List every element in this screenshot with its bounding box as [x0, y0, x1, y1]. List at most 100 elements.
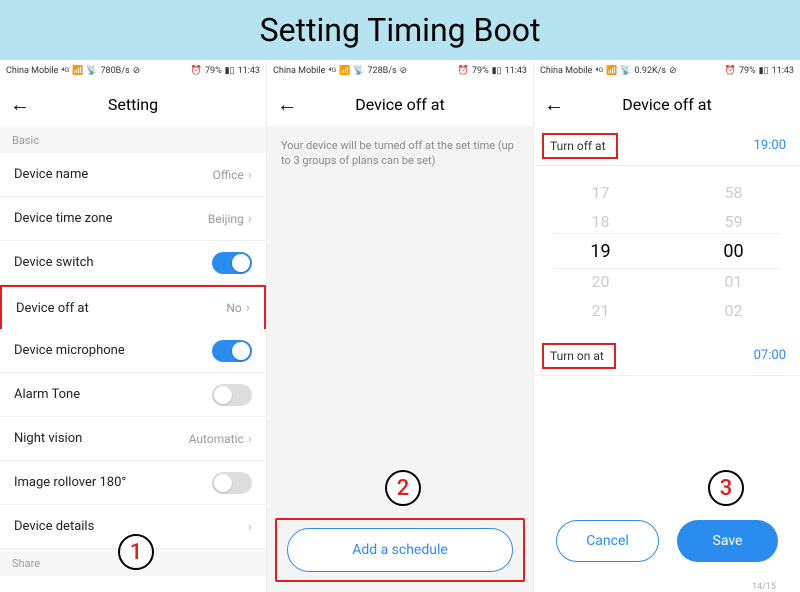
page-indicator: 14/15 — [534, 582, 800, 592]
toggle-rollover[interactable] — [212, 472, 252, 494]
chevron-right-icon: › — [246, 300, 250, 316]
status-bar: China Mobile ⁴ᴳ 📶 📡 780B/s ⊘ ⏰ 79% ▮▯ 11… — [0, 60, 266, 82]
toggle-alarm[interactable] — [212, 384, 252, 406]
signal-icon: 📶 — [339, 66, 350, 76]
row-turn-on-at[interactable]: Turn on at 07:00 — [534, 336, 800, 376]
alarm-icon: ⏰ — [725, 66, 736, 76]
battery-pct: 79% — [205, 66, 222, 76]
status-bar: China Mobile ⁴ᴳ 📶 📡 0.92K/s ⊘ ⏰ 79% ▮▯ 1… — [534, 60, 800, 82]
hint-text: Your device will be turned off at the se… — [267, 126, 533, 181]
toggle-device-switch[interactable] — [212, 252, 252, 274]
save-button[interactable]: Save — [677, 520, 778, 562]
picker-item[interactable]: 58 — [725, 183, 743, 202]
battery-pct: 79% — [739, 66, 756, 76]
phones-row: China Mobile ⁴ᴳ 📶 📡 780B/s ⊘ ⏰ 79% ▮▯ 11… — [0, 60, 800, 592]
time-value: 19:00 — [754, 138, 786, 153]
battery-icon: ▮▯ — [225, 66, 235, 76]
picker-item[interactable]: 18 — [592, 212, 610, 231]
nav-title: Setting — [0, 95, 266, 114]
clock-text: 11:43 — [772, 66, 794, 76]
phone-3: China Mobile ⁴ᴳ 📶 📡 0.92K/s ⊘ ⏰ 79% ▮▯ 1… — [534, 60, 800, 592]
row-value: Automatic — [189, 432, 244, 446]
callout-3: 3 — [708, 470, 744, 506]
chevron-right-icon: › — [248, 519, 252, 535]
time-picker[interactable]: 17 18 19 20 21 58 59 00 01 02 — [534, 166, 800, 336]
clock-text: 11:43 — [238, 66, 260, 76]
row-value: Office — [213, 168, 244, 182]
alarm-icon: ⏰ — [458, 66, 469, 76]
row-label: Device microphone — [14, 343, 125, 358]
back-button[interactable]: ← — [277, 92, 297, 117]
section-basic: Basic — [0, 126, 266, 153]
mute-icon: ⊘ — [669, 66, 677, 76]
callout-1: 1 — [118, 534, 154, 570]
back-button[interactable]: ← — [10, 92, 30, 117]
lte-icon: ⁴ᴳ — [595, 66, 603, 77]
lte-icon: ⁴ᴳ — [61, 66, 69, 77]
nav-title: Device off at — [267, 95, 533, 114]
phone-1: China Mobile ⁴ᴳ 📶 📡 780B/s ⊘ ⏰ 79% ▮▯ 11… — [0, 60, 267, 592]
carrier-label: China Mobile — [540, 66, 592, 76]
picker-item[interactable]: 59 — [725, 212, 743, 231]
button-row: Cancel Save — [534, 500, 800, 582]
row-label: Turn off at — [542, 133, 618, 159]
picker-item[interactable]: 02 — [725, 301, 743, 320]
picker-item[interactable]: 21 — [592, 301, 610, 320]
lte-icon: ⁴ᴳ — [328, 66, 336, 77]
wifi-icon: 📡 — [353, 66, 364, 76]
signal-icon: 📶 — [606, 66, 617, 76]
row-device-off-at[interactable]: Device off at No › — [0, 285, 266, 329]
row-label: Device off at — [16, 301, 89, 316]
carrier-label: China Mobile — [6, 66, 58, 76]
back-button[interactable]: ← — [544, 92, 564, 117]
chevron-right-icon: › — [248, 431, 252, 447]
wifi-icon: 📡 — [620, 66, 631, 76]
row-label: Turn on at — [542, 343, 616, 369]
row-label: Alarm Tone — [14, 387, 80, 402]
mute-icon: ⊘ — [400, 66, 408, 76]
status-bar: China Mobile ⁴ᴳ 📶 📡 728B/s ⊘ ⏰ 79% ▮▯ 11… — [267, 60, 533, 82]
row-rollover[interactable]: Image rollover 180° — [0, 461, 266, 505]
row-label: Image rollover 180° — [14, 475, 126, 490]
nav-bar: ← Device off at — [267, 82, 533, 126]
row-label: Device time zone — [14, 211, 113, 226]
row-label: Night vision — [14, 431, 82, 446]
row-night-vision[interactable]: Night vision Automatic › — [0, 417, 266, 461]
empty-area — [267, 181, 533, 518]
cancel-button[interactable]: Cancel — [556, 520, 659, 562]
row-turn-off-at[interactable]: Turn off at 19:00 — [534, 126, 800, 166]
page-title: Setting Timing Boot — [0, 0, 800, 60]
clock-text: 11:43 — [505, 66, 527, 76]
row-device-name[interactable]: Device name Office › — [0, 153, 266, 197]
phone-2: China Mobile ⁴ᴳ 📶 📡 728B/s ⊘ ⏰ 79% ▮▯ 11… — [267, 60, 534, 592]
row-value: Beijing — [208, 212, 244, 226]
carrier-label: China Mobile — [273, 66, 325, 76]
chevron-right-icon: › — [248, 167, 252, 183]
signal-icon: 📶 — [72, 66, 83, 76]
row-value: No — [226, 301, 241, 315]
time-value: 07:00 — [754, 348, 786, 363]
toggle-microphone[interactable] — [212, 340, 252, 362]
callout-2: 2 — [385, 470, 421, 506]
battery-icon: ▮▯ — [492, 66, 502, 76]
row-microphone[interactable]: Device microphone — [0, 329, 266, 373]
wifi-icon: 📡 — [86, 66, 97, 76]
add-schedule-button[interactable]: Add a schedule — [287, 528, 513, 572]
nav-bar: ← Setting — [0, 82, 266, 126]
row-device-switch[interactable]: Device switch — [0, 241, 266, 285]
chevron-right-icon: › — [248, 211, 252, 227]
row-label: Device switch — [14, 255, 94, 270]
mute-icon: ⊘ — [133, 66, 141, 76]
picker-item[interactable]: 20 — [592, 272, 610, 291]
battery-pct: 79% — [472, 66, 489, 76]
row-label: Device name — [14, 167, 88, 182]
nav-bar: ← Device off at — [534, 82, 800, 126]
row-time-zone[interactable]: Device time zone Beijing › — [0, 197, 266, 241]
nav-title: Device off at — [534, 95, 800, 114]
picker-item[interactable]: 17 — [592, 183, 610, 202]
battery-icon: ▮▯ — [759, 66, 769, 76]
net-speed: 728B/s — [368, 66, 397, 76]
net-speed: 780B/s — [101, 66, 130, 76]
row-alarm-tone[interactable]: Alarm Tone — [0, 373, 266, 417]
picker-item[interactable]: 01 — [725, 272, 743, 291]
